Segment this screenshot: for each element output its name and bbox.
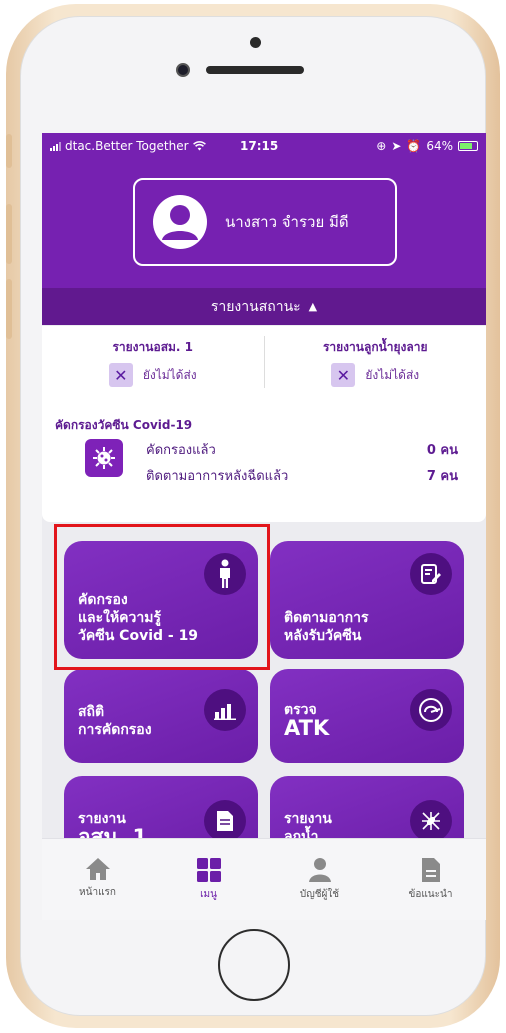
tile-line: สถิติ bbox=[78, 704, 105, 720]
caret-up-icon: ▲ bbox=[308, 300, 318, 313]
virus-icon bbox=[85, 439, 123, 477]
tile-line: รายงาน bbox=[284, 811, 332, 827]
bar-chart-icon bbox=[204, 689, 246, 731]
tile-follow-up[interactable]: ติดตามอาการ หลังรับวัคซีน bbox=[270, 541, 464, 659]
location-icon: ➤ bbox=[391, 139, 402, 153]
status-bar: dtac.Better Together 17:15 ⊕ ➤ ⏰ 64% bbox=[42, 133, 486, 159]
mosquito-icon bbox=[410, 800, 452, 842]
report-status-text: ยังไม่ได้ส่ง bbox=[365, 367, 420, 382]
report-card: รายงานอสม. 1 ✕ ยังไม่ได้ส่ง รายงานลูกน้ำ… bbox=[42, 326, 486, 522]
alarm-icon: ⏰ bbox=[406, 139, 422, 153]
tile-line: การคัดกรอง bbox=[78, 722, 152, 738]
avatar-icon bbox=[153, 195, 207, 249]
home-icon bbox=[85, 858, 110, 880]
report-status-text: ยังไม่ได้ส่ง bbox=[142, 367, 197, 382]
stat-value: 0 คน bbox=[426, 443, 458, 458]
tile-atk[interactable]: ตรวจ ATK bbox=[270, 669, 464, 763]
tile-line: ติดตามอาการ bbox=[284, 610, 369, 626]
profile-card[interactable]: นางสาว จำรวย มีดี bbox=[133, 178, 397, 266]
edit-note-icon bbox=[410, 553, 452, 595]
tab-menu[interactable]: เมนู bbox=[164, 857, 254, 902]
earpiece-speaker bbox=[206, 66, 304, 74]
volume-down-button bbox=[6, 279, 12, 339]
report-larvae[interactable]: รายงานลูกน้ำยุงลาย ✕ ยังไม่ได้ส่ง bbox=[265, 326, 487, 398]
file-icon bbox=[421, 858, 440, 882]
stat-row-followed: ติดตามอาการหลังฉีดแล้ว 7 คน bbox=[146, 465, 458, 486]
battery-percent: 64% bbox=[426, 139, 453, 153]
user-icon bbox=[308, 858, 331, 882]
document-icon bbox=[204, 800, 246, 842]
clock: 17:15 bbox=[240, 139, 279, 153]
status-toggle-label: รายงานสถานะ bbox=[210, 298, 301, 315]
signal-icon bbox=[50, 141, 61, 151]
tab-advice[interactable]: ข้อแนะนำ bbox=[386, 857, 476, 902]
tab-label: บัญชีผู้ใช้ bbox=[299, 889, 340, 900]
atk-test-icon bbox=[410, 689, 452, 731]
header: dtac.Better Together 17:15 ⊕ ➤ ⏰ 64% นาง… bbox=[42, 133, 486, 325]
grid-icon bbox=[196, 858, 221, 882]
proximity-sensor bbox=[250, 37, 261, 48]
tab-bar: หน้าแรก เมนู บัญชีผู้ใช้ ข้อแนะนำ bbox=[42, 838, 486, 920]
tab-label: เมนู bbox=[200, 889, 217, 900]
wifi-icon bbox=[192, 141, 206, 151]
stat-label: ติดตามอาการหลังฉีดแล้ว bbox=[146, 469, 289, 484]
close-icon: ✕ bbox=[108, 363, 133, 387]
front-camera bbox=[176, 63, 190, 77]
tile-line: หลังรับวัคซีน bbox=[284, 628, 362, 644]
app-screen: dtac.Better Together 17:15 ⊕ ➤ ⏰ 64% นาง… bbox=[42, 133, 486, 920]
status-toggle[interactable]: รายงานสถานะ ▲ bbox=[42, 288, 486, 325]
profile-name: นางสาว จำรวย มีดี bbox=[225, 213, 349, 231]
lock-rotation-icon: ⊕ bbox=[376, 139, 387, 153]
stat-label: คัดกรองแล้ว bbox=[146, 443, 216, 458]
tile-line: ATK bbox=[284, 716, 330, 740]
stat-value: 7 คน bbox=[426, 469, 458, 484]
tab-label: หน้าแรก bbox=[79, 887, 116, 898]
report-title: รายงานอสม. 1 bbox=[112, 340, 194, 354]
close-icon: ✕ bbox=[331, 363, 356, 387]
mute-switch bbox=[6, 134, 12, 168]
stat-row-screened: คัดกรองแล้ว 0 คน bbox=[146, 439, 458, 460]
highlight-box bbox=[54, 524, 270, 670]
tab-account[interactable]: บัญชีผู้ใช้ bbox=[275, 857, 365, 902]
report-osm1[interactable]: รายงานอสม. 1 ✕ ยังไม่ได้ส่ง bbox=[42, 326, 264, 398]
volume-up-button bbox=[6, 204, 12, 264]
tile-statistics[interactable]: สถิติ การคัดกรอง bbox=[64, 669, 258, 763]
home-button[interactable] bbox=[218, 929, 290, 1001]
tab-label: ข้อแนะนำ bbox=[408, 889, 453, 900]
tab-home[interactable]: หน้าแรก bbox=[53, 857, 143, 900]
carrier-label: dtac.Better Together bbox=[65, 139, 189, 153]
screening-title: คัดกรองวัคซีน Covid-19 bbox=[55, 418, 193, 432]
report-title: รายงานลูกน้ำยุงลาย bbox=[322, 340, 428, 354]
battery-icon bbox=[458, 141, 478, 151]
